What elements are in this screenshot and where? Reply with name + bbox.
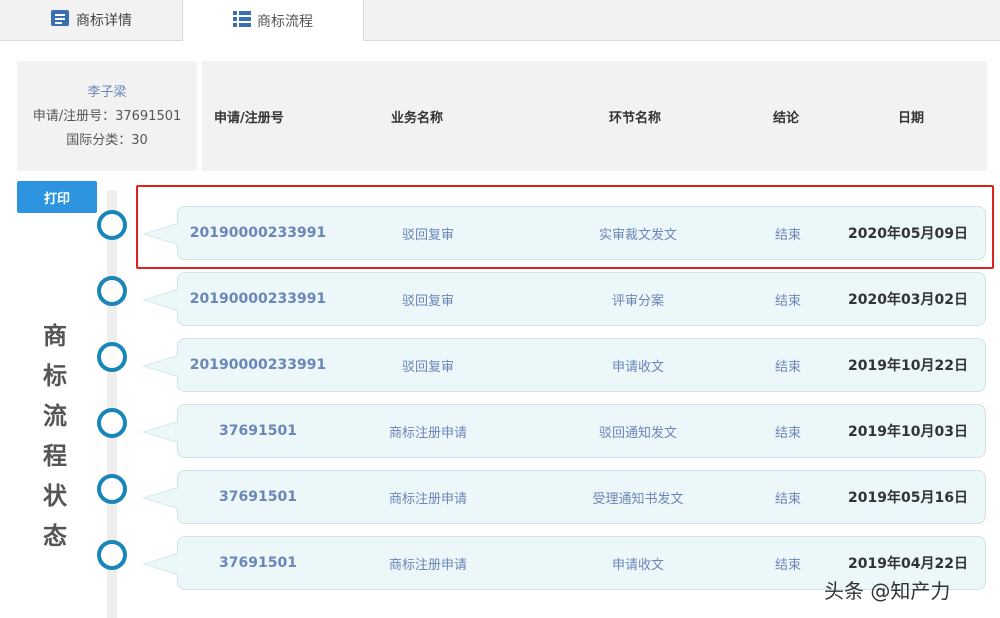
- tab-trademark-detail[interactable]: 商标详情: [0, 0, 183, 40]
- header-date: 日期: [898, 110, 925, 126]
- row-result: 结束: [774, 359, 801, 375]
- row-step: 评审分案: [611, 293, 664, 309]
- row-step: 申请收文: [611, 557, 664, 573]
- row-business: 商标注册申请: [388, 491, 467, 507]
- row-reg-no: 37691501: [219, 555, 297, 571]
- row-result: 结束: [774, 491, 801, 507]
- row-reg-no: 37691501: [219, 489, 297, 505]
- row-step: 受理通知书发文: [592, 491, 684, 507]
- row-business: 驳回复审: [401, 293, 454, 309]
- side-char: 标: [43, 362, 67, 390]
- row-step: 申请收文: [611, 359, 664, 375]
- registration-number: 申请/注册号：37691501: [32, 109, 182, 124]
- flow-row[interactable]: 37691501 商标注册申请 驳回通知发文 结束 2019年10月03日: [142, 404, 986, 458]
- table-header: 申请/注册号 业务名称 环节名称 结论 日期: [202, 61, 987, 171]
- row-reg-no: 37691501: [219, 423, 297, 439]
- flow-row[interactable]: 20190000233991 驳回复审 评审分案 结束 2020年03月02日: [142, 272, 986, 326]
- row-result: 结束: [774, 557, 801, 573]
- row-business: 驳回复审: [401, 359, 454, 375]
- timeline-node: [97, 408, 127, 438]
- side-char: 程: [43, 442, 67, 470]
- tab-bar: 商标详情 商标流程: [0, 0, 1000, 41]
- flow-row[interactable]: 37691501 商标注册申请 受理通知书发文 结束 2019年05月16日: [142, 470, 986, 524]
- header-step: 环节名称: [609, 110, 662, 126]
- row-step: 驳回通知发文: [598, 425, 677, 441]
- header-reg-no: 申请/注册号: [214, 110, 284, 126]
- tab-label: 商标流程: [257, 13, 313, 30]
- header-business: 业务名称: [391, 110, 444, 126]
- row-date: 2019年10月03日: [848, 424, 968, 440]
- watermark: 头条 @知产力: [824, 579, 951, 603]
- row-reg-no: 20190000233991: [189, 291, 327, 307]
- list-icon: [233, 10, 251, 31]
- side-char: 商: [43, 322, 67, 350]
- row-date: 2019年05月16日: [848, 490, 968, 506]
- highlight-box: [136, 185, 994, 269]
- international-class: 国际分类：30: [66, 133, 148, 148]
- tab-label: 商标详情: [76, 13, 132, 29]
- row-date: 2019年10月22日: [848, 358, 968, 374]
- row-result: 结束: [774, 293, 801, 309]
- timeline-node: [97, 210, 127, 240]
- row-business: 商标注册申请: [388, 557, 467, 573]
- row-date: 2020年03月02日: [848, 292, 968, 308]
- row-business: 商标注册申请: [388, 425, 467, 441]
- side-char: 流: [43, 402, 67, 430]
- timeline-node: [97, 474, 127, 504]
- applicant-info: 李子梁 申请/注册号：37691501 国际分类：30: [17, 61, 197, 171]
- side-char: 状: [43, 482, 67, 510]
- row-result: 结束: [774, 425, 801, 441]
- side-char: 态: [43, 522, 67, 550]
- timeline-node: [97, 342, 127, 372]
- tab-trademark-flow[interactable]: 商标流程: [183, 0, 364, 41]
- timeline-node: [97, 540, 127, 570]
- timeline-node: [97, 276, 127, 306]
- flow-row[interactable]: 20190000233991 驳回复审 申请收文 结束 2019年10月22日: [142, 338, 986, 392]
- print-button[interactable]: 打印: [17, 181, 97, 213]
- row-reg-no: 20190000233991: [189, 357, 327, 373]
- flow-status-label: 商 标 流 程 状 态: [40, 316, 70, 556]
- document-icon: [50, 9, 70, 31]
- header-result: 结论: [773, 110, 800, 126]
- applicant-name: 李子梁: [87, 85, 127, 100]
